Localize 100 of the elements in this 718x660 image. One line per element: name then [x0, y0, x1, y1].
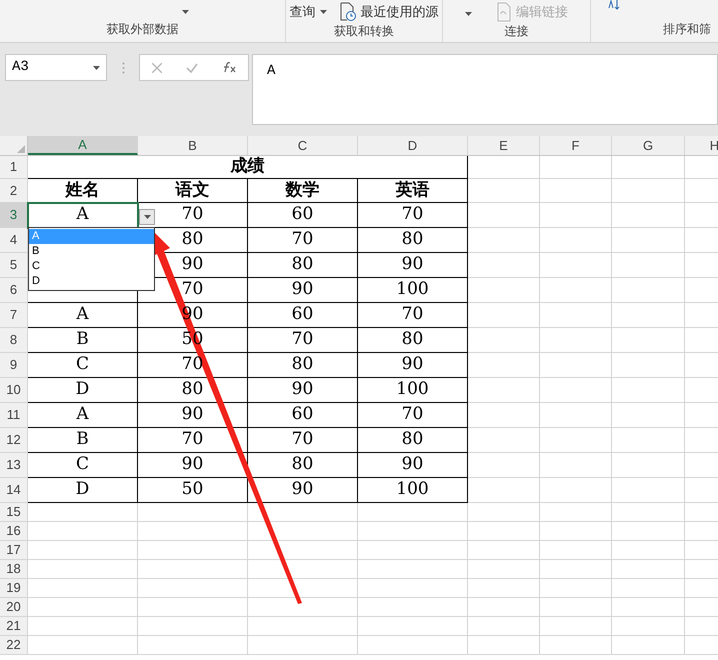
row-header[interactable]: 8 [0, 328, 28, 353]
grid-cell [540, 636, 612, 655]
column-header[interactable]: B [138, 136, 248, 155]
table-cell-text: 100 [396, 278, 429, 302]
grid-cell [540, 303, 612, 328]
table-cell-text: A [76, 203, 89, 226]
grid-cell [468, 203, 540, 228]
grid-cell [468, 228, 540, 253]
row-header[interactable]: 6 [0, 278, 28, 303]
row-header[interactable]: 13 [0, 453, 28, 478]
grid-cell [468, 303, 540, 328]
function-icon[interactable] [222, 62, 236, 73]
grid-cell [540, 453, 612, 478]
caret-icon [465, 12, 472, 16]
table-cell-text: 90 [402, 353, 424, 376]
row-header[interactable]: 9 [0, 353, 28, 378]
row-header[interactable]: 21 [0, 617, 28, 636]
grid-cell [540, 353, 612, 378]
grid-cell [468, 598, 540, 617]
grid-cell [540, 253, 612, 278]
dropdown-option[interactable]: C [29, 259, 154, 274]
grid-cell [468, 478, 540, 503]
table-cell-text: 100 [396, 478, 429, 502]
table-cell-text: 70 [182, 203, 204, 226]
row-header[interactable]: 7 [0, 303, 28, 328]
row-header[interactable]: 5 [0, 253, 28, 278]
table-cell-text: C [76, 453, 89, 476]
row-header[interactable]: 3 [0, 203, 28, 228]
table-cell-text: D [76, 478, 90, 502]
row-header[interactable]: 10 [0, 378, 28, 403]
ribbon-button[interactable]: 最近使用的源 [338, 2, 438, 22]
table-cell-text: 90 [292, 378, 314, 402]
grid-cell [468, 503, 540, 522]
column-header[interactable]: G [612, 136, 685, 155]
table-cell-text: 80 [402, 228, 424, 252]
table-cell-text: 70 [402, 403, 424, 426]
group-label: 排序和筛 [662, 21, 712, 38]
grid-cell [540, 203, 612, 228]
table-cell-text: 70 [402, 203, 424, 226]
column-header[interactable]: A [28, 136, 138, 155]
dropdown-button[interactable] [139, 209, 155, 225]
column-header[interactable]: H [685, 136, 718, 155]
grid-cell [468, 579, 540, 598]
table-cell-text: 60 [292, 303, 314, 326]
row-header[interactable]: 20 [0, 598, 28, 617]
column-header[interactable]: F [540, 136, 612, 155]
name-box[interactable]: A3 [5, 54, 107, 81]
grid-cell [540, 428, 612, 453]
dropdown-option[interactable]: B [29, 244, 154, 259]
grid-cell [468, 560, 540, 579]
table-cell-text: 80 [292, 253, 314, 276]
column-heading: 姓名 [66, 178, 100, 202]
grid-cell [540, 156, 612, 179]
check-icon[interactable] [186, 62, 198, 72]
table-cell-text: 70 [292, 228, 314, 252]
grid-cell [540, 503, 612, 522]
row-header[interactable]: 4 [0, 228, 28, 253]
select-all-icon[interactable] [17, 145, 25, 153]
table-cell-text: 100 [396, 378, 429, 402]
dropdown-option[interactable]: D [29, 274, 154, 289]
table-cell-text: 60 [292, 403, 314, 426]
table-cell-text: B [76, 328, 89, 352]
formula-input[interactable]: A [252, 54, 718, 125]
table-cell-text: B [76, 428, 89, 452]
grid-cell [540, 179, 612, 203]
grid-cell [468, 522, 540, 541]
ribbon-button[interactable]: 查询 [290, 2, 326, 22]
row-header[interactable]: 1 [0, 156, 28, 179]
grid-cell [468, 278, 540, 303]
grid-cell [468, 156, 540, 179]
column-heading: 英语 [396, 178, 430, 202]
column-header[interactable]: C [248, 136, 358, 155]
table-cell-text: 60 [292, 203, 314, 226]
row-header[interactable]: 22 [0, 636, 28, 655]
table-cell-text: C [76, 353, 89, 376]
row-header[interactable]: 18 [0, 560, 28, 579]
cancel-icon[interactable] [152, 62, 162, 72]
grid-cell [468, 353, 540, 378]
row-header[interactable]: 2 [0, 179, 28, 203]
row-header[interactable]: 17 [0, 541, 28, 560]
column-header[interactable]: D [358, 136, 468, 155]
grid-cell [540, 378, 612, 403]
row-header[interactable]: 19 [0, 579, 28, 598]
grid-cell [468, 617, 540, 636]
table-cell-text: 80 [292, 353, 314, 376]
caret-icon [144, 215, 150, 219]
table-cell-text: 90 [292, 478, 314, 502]
row-header[interactable]: 12 [0, 428, 28, 453]
column-header[interactable]: E [468, 136, 540, 155]
table-cell-text: 90 [402, 453, 424, 476]
row-header[interactable]: 15 [0, 503, 28, 522]
grid-cell [468, 328, 540, 353]
grid-cell [468, 541, 540, 560]
row-header[interactable]: 16 [0, 522, 28, 541]
row-header[interactable]: 14 [0, 478, 28, 503]
grid-cell [540, 579, 612, 598]
row-header[interactable]: 11 [0, 403, 28, 428]
column-heading: 语文 [176, 178, 210, 202]
table-cell-text: 80 [182, 378, 204, 402]
grid-cell [468, 253, 540, 278]
